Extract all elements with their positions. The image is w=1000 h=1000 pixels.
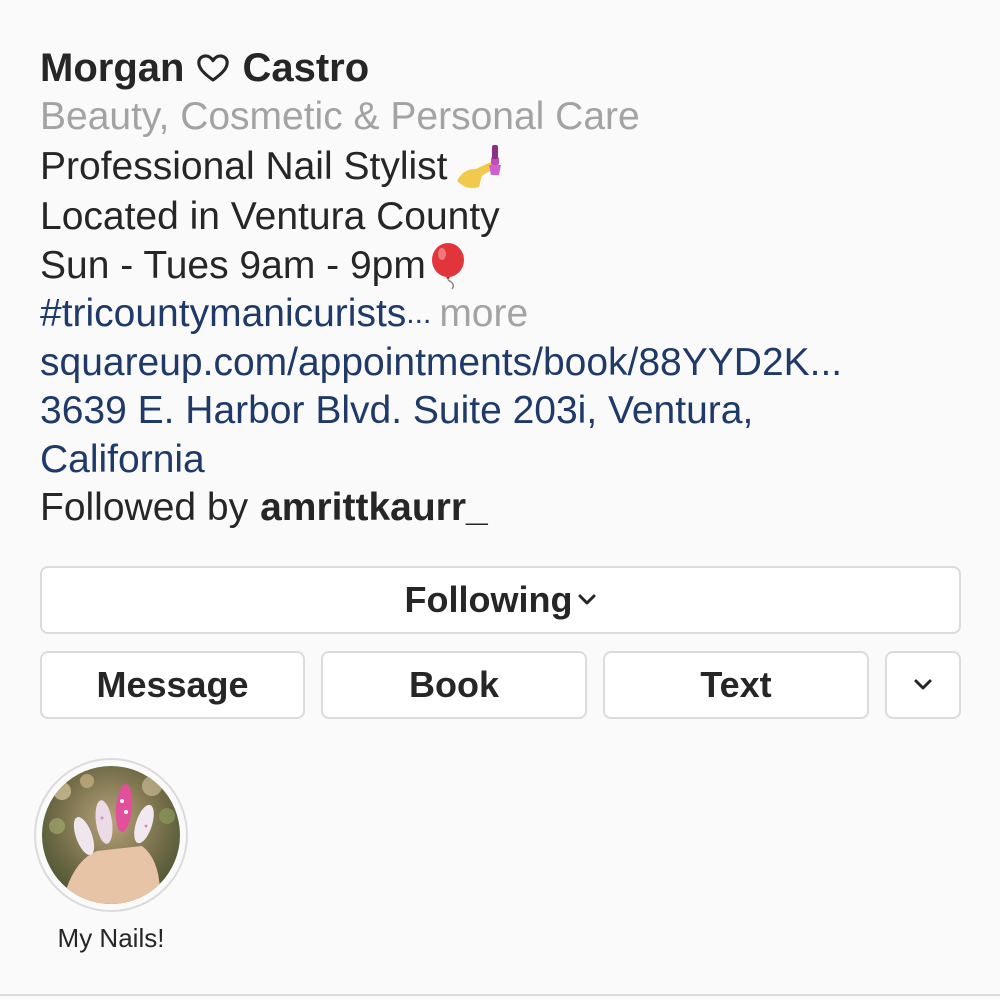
bio-line-stylist-text: Professional Nail Stylist — [40, 144, 448, 188]
bio-line-hours-text: Sun - Tues 9am - 9pm — [40, 243, 426, 287]
nails-photo-image — [42, 766, 180, 904]
profile-name-line: Morgan Castro — [40, 44, 970, 93]
book-button-label: Book — [409, 664, 499, 705]
heart-outline-icon — [197, 54, 230, 82]
bio-line-stylist: Professional Nail Stylist — [40, 141, 970, 193]
balloon-emoji — [431, 242, 464, 290]
bio-line-hashtag: #tricountymanicurists... more — [40, 290, 970, 339]
address-link-line2[interactable]: California — [40, 436, 205, 485]
nail-polish-emoji — [457, 145, 502, 189]
profile-category: Beauty, Cosmetic & Personal Care — [40, 93, 970, 142]
bio-ellipsis: ... — [406, 297, 432, 330]
profile-category-text: Beauty, Cosmetic & Personal Care — [40, 94, 640, 138]
hashtag-link[interactable]: #tricountymanicurists — [40, 290, 406, 339]
chevron-down-icon — [914, 679, 932, 690]
text-button-label: Text — [700, 664, 772, 705]
highlight-thumbnail — [42, 766, 180, 904]
followed-by-line: Followed by amrittkaurr_ — [40, 484, 970, 533]
bio-line-hours: Sun - Tues 9am - 9pm — [40, 242, 970, 291]
bio-line-address-1: 3639 E. Harbor Blvd. Suite 203i, Ventura… — [40, 387, 970, 436]
bio-line-location-text: Located in Ventura County — [40, 195, 500, 238]
text-button[interactable]: Text — [603, 651, 869, 719]
following-button-label: Following — [404, 579, 573, 620]
divider — [0, 994, 1000, 996]
message-button[interactable]: Message — [40, 651, 305, 719]
website-link[interactable]: squareup.com/appointments/book/88YYD2K..… — [40, 339, 842, 388]
more-link[interactable]: more — [439, 290, 528, 339]
profile-bio: Morgan Castro Beauty, Cosmetic & Persona… — [40, 44, 970, 533]
bio-line-address-2: California — [40, 436, 970, 485]
chevron-down-icon — [578, 594, 596, 605]
book-button[interactable]: Book — [321, 651, 587, 719]
followed-by-prefix: Followed by — [40, 486, 249, 529]
message-button-label: Message — [96, 664, 249, 705]
followed-by-user[interactable]: amrittkaurr_ — [260, 484, 488, 533]
bio-line-website: squareup.com/appointments/book/88YYD2K..… — [40, 339, 970, 388]
profile-name-first: Morgan — [40, 46, 185, 90]
bio-line-location: Located in Ventura County — [40, 193, 970, 242]
story-highlight[interactable] — [34, 758, 188, 912]
suggested-accounts-button[interactable] — [885, 651, 961, 719]
following-button[interactable]: Following — [40, 566, 961, 634]
address-link-line1[interactable]: 3639 E. Harbor Blvd. Suite 203i, Ventura… — [40, 387, 753, 436]
profile-name-last: Castro — [242, 46, 370, 90]
highlight-label: My Nails! — [57, 923, 165, 953]
